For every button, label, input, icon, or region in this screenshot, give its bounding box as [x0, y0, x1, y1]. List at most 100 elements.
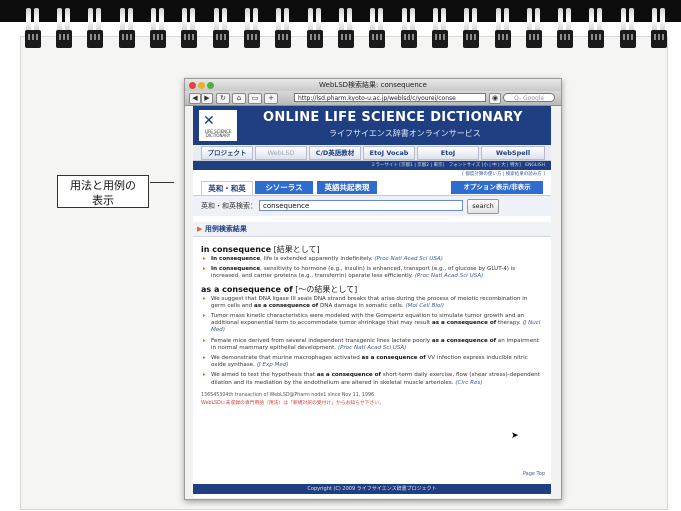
binder-ring: [620, 8, 636, 48]
bookmarks-icon[interactable]: ▭: [248, 93, 262, 104]
bullet-icon: ▸: [203, 256, 206, 262]
window-titlebar: WebLSD検索結果: consequence: [185, 79, 561, 91]
logo-text: LIFE SCIENCE DICTIONARY: [204, 129, 232, 138]
site-footer: Copyright (C) 2009 ライフサイエンス辞書プロジェクト: [193, 484, 551, 494]
example-text: DNA damage in somatic cells.: [318, 302, 406, 309]
results-list: in consequence [結果として] ▸ In consequence, l…: [193, 237, 551, 407]
nav-project[interactable]: プロジェクト: [201, 146, 253, 160]
search-label: 英和・和英検索：: [201, 202, 257, 210]
binder-ring: [338, 8, 354, 48]
binder-ring: [244, 8, 260, 48]
callout-box: 用法と用例の 表示: [57, 175, 149, 208]
search-button[interactable]: search: [467, 199, 499, 214]
mouse-cursor-icon: ➤: [511, 431, 519, 441]
address-bar[interactable]: http://lsd.pharm.kyoto-u.ac.jp/weblsd/c/…: [294, 93, 486, 102]
source-link[interactable]: (Proc Natl Acad Sci USA): [415, 273, 484, 279]
nav-etoj-vocab[interactable]: EtoJ Vocab: [363, 146, 415, 160]
search-row: 英和・和英検索： consequence search: [193, 195, 551, 216]
binder-ring: [463, 8, 479, 48]
source-link[interactable]: (Proc Natl Acad Sci USA): [374, 256, 443, 262]
web-page: ✕ LIFE SCIENCE DICTIONARY ONLINE LIFE SC…: [193, 106, 551, 498]
bullet-icon: ▸: [203, 337, 206, 344]
help-links[interactable]: [ 都度計算の使い方 | 検索結果の読み方 ]: [193, 170, 551, 180]
tab-eiwa-waei[interactable]: 英和・和英: [201, 181, 253, 195]
bullet-icon: ▸: [203, 355, 206, 362]
window-title: WebLSD検索結果: consequence: [319, 81, 427, 89]
nav-weblsd[interactable]: WebLSD: [255, 146, 307, 160]
zoom-window-button[interactable]: [207, 82, 214, 89]
forward-button[interactable]: ▶: [201, 93, 213, 104]
example-item: ▸ We aimed to test the hypothesis that as…: [201, 372, 543, 386]
nav-etoj[interactable]: EtoJ: [417, 146, 479, 160]
home-icon[interactable]: ⌂: [232, 93, 246, 104]
minimize-window-button[interactable]: [198, 82, 205, 89]
binder-ring: [25, 8, 41, 48]
tab-thesaurus[interactable]: シソーラス: [255, 181, 313, 194]
example-keyword: as a consequence of: [432, 320, 497, 327]
source-link[interactable]: (Proc Natl Acad Sci USA): [338, 345, 407, 351]
search-input[interactable]: consequence: [259, 200, 463, 211]
rss-icon[interactable]: ◉: [489, 93, 501, 104]
example-item: ▸ Tumor mass kinetic characteristics were…: [201, 313, 543, 335]
example-keyword: as a consequence of: [431, 337, 497, 344]
binder-rings: [0, 8, 681, 48]
results-section-title: ▶ 用例検索結果: [193, 222, 551, 237]
callout-line1: 用法と用例の: [70, 179, 136, 192]
example-keyword: In consequence: [211, 266, 261, 273]
nav-webspell[interactable]: WebSpell: [481, 146, 545, 160]
example-keyword: as a consequence of: [254, 302, 319, 309]
site-title: ONLINE LIFE SCIENCE DICTIONARY: [263, 110, 523, 125]
browser-toolbar: ◀ ▶ ↻ ⌂ ▭ + http://lsd.pharm.kyoto-u.ac.…: [185, 91, 561, 106]
section-arrow-icon: ▶: [197, 225, 203, 233]
reload-icon[interactable]: ↻: [216, 93, 230, 104]
example-text: We demonstrate that murine macrophages a…: [211, 355, 362, 362]
entry-gloss: [結果として]: [273, 245, 320, 254]
example-item: ▸ In consequence, sensitivity to hormone …: [201, 266, 543, 280]
example-keyword: as a consequence of: [361, 355, 426, 362]
binder-ring: [181, 8, 197, 48]
source-link[interactable]: (J Exp Med): [257, 362, 289, 368]
main-nav: プロジェクト WebLSD C/D英語教材 EtoJ Vocab EtoJ We…: [193, 145, 551, 161]
bullet-icon: ▸: [203, 266, 206, 273]
options-toggle-button[interactable]: オプション表示/非表示: [451, 181, 543, 194]
add-bookmark-icon[interactable]: +: [264, 93, 278, 104]
binder-ring: [119, 8, 135, 48]
example-item: ▸ We demonstrate that murine macrophages …: [201, 355, 543, 369]
entry-phrase: in consequence: [201, 245, 272, 254]
callout-connector: [150, 182, 174, 183]
submission-note[interactable]: WebLSDに未収録の専門用語（用法）は「新規対訳の受付け」からお知らせ下さい。: [201, 400, 543, 407]
binder-ring: [275, 8, 291, 48]
transaction-count: 136545304th transaction of WebLSD@Pharm …: [201, 392, 375, 398]
binder-ring: [401, 8, 417, 48]
source-link[interactable]: (Mol Cell Biol): [405, 303, 444, 309]
example-keyword: as a consequence of: [316, 372, 381, 379]
source-link[interactable]: (Circ Res): [455, 380, 482, 386]
bullet-icon: ▸: [203, 372, 206, 379]
binder-ring: [432, 8, 448, 48]
back-button[interactable]: ◀: [189, 93, 201, 104]
site-header: ✕ LIFE SCIENCE DICTIONARY ONLINE LIFE SC…: [193, 106, 551, 145]
binder-ring: [557, 8, 573, 48]
example-item: ▸ Female mice derived from several indepe…: [201, 338, 543, 352]
binder-ring: [213, 8, 229, 48]
entry-heading: as a consequence of [〜の結果として]: [201, 284, 543, 295]
example-keyword: In consequence: [211, 256, 261, 262]
example-item: ▸ In consequence, life is extended appare…: [201, 256, 543, 263]
page-top-link[interactable]: Page Top: [523, 471, 545, 477]
lsd-logo[interactable]: ✕ LIFE SCIENCE DICTIONARY: [199, 110, 237, 141]
tab-cooccurrence[interactable]: 英語共起表現: [317, 181, 377, 194]
sub-nav[interactable]: ミラーサイト [京都1 | 京都2 | 東京] フォントサイズ [小 | 中 |…: [193, 161, 551, 170]
example-text: , life is extended apparently indefinite…: [260, 256, 375, 262]
results-section-label: 用例検索結果: [204, 225, 247, 233]
browser-search-input[interactable]: Q- Google: [503, 93, 555, 102]
nav-cd-materials[interactable]: C/D英語教材: [309, 146, 361, 160]
example-item: ▸ We suggest that DNA ligase III seals DN…: [201, 296, 543, 310]
example-text: We aimed to test the hypothesis that: [211, 372, 317, 379]
close-window-button[interactable]: [189, 82, 196, 89]
site-subtitle: ライフサイエンス辞書オンラインサービス: [329, 129, 481, 138]
logo-mark-icon: ✕: [203, 113, 215, 129]
bullet-icon: ▸: [203, 295, 206, 302]
entry-gloss: [〜の結果として]: [295, 284, 358, 294]
example-text: therapy.: [496, 320, 523, 327]
entry-heading: in consequence [結果として]: [201, 244, 543, 255]
